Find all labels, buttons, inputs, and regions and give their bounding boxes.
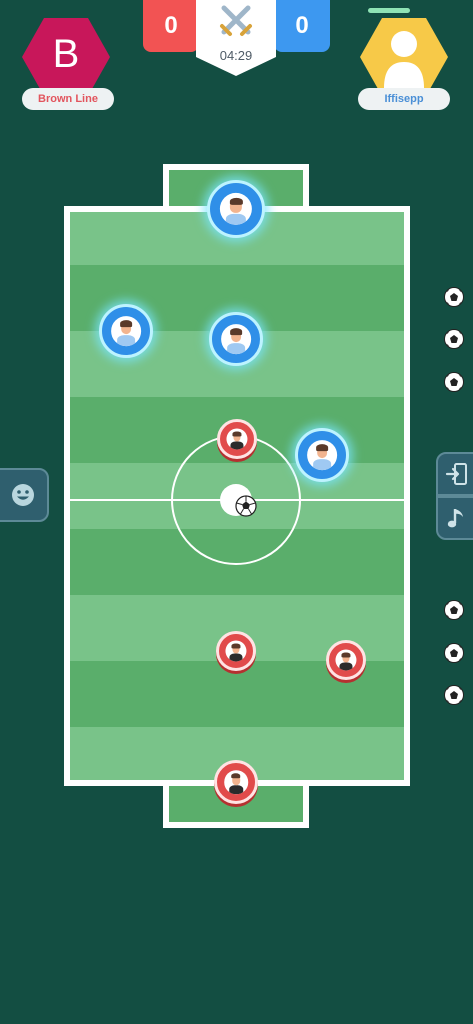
smiley-icon [11,484,34,506]
music-button[interactable] [436,496,473,540]
right-score: 0 [274,0,330,52]
player-face [226,428,248,450]
soccer-ball-icon[interactable] [235,495,257,517]
exit-door-icon [445,463,467,485]
remaining-ball-icon [444,329,464,349]
match-timer: 04:29 [219,48,253,63]
remaining-ball-icon [444,372,464,392]
red-player-piece[interactable] [326,640,366,680]
user-silhouette-icon [384,31,424,88]
player-face [225,640,247,662]
red-player-piece[interactable] [216,631,256,671]
opponent-signal-bar [368,8,410,13]
crossed-swords-icon [220,5,252,36]
player-face [111,316,141,346]
player-left-avatar-letter: B [52,32,80,76]
player-face [219,192,253,226]
left-score: 0 [143,0,199,52]
red-player-piece[interactable] [217,419,257,459]
remaining-ball-icon [444,600,464,620]
player-face [224,770,248,794]
exit-button[interactable] [436,452,473,496]
blue-player-piece[interactable] [207,180,265,238]
blue-player-piece[interactable] [99,304,153,358]
remaining-ball-icon [444,685,464,705]
player-right-name: Iffisepp [358,88,450,110]
player-left-name: Brown Line [22,88,114,110]
remaining-ball-icon [444,287,464,307]
emoji-button[interactable] [0,468,49,522]
blue-player-piece[interactable] [209,312,263,366]
player-face [221,324,251,354]
player-face [307,440,337,470]
blue-player-piece[interactable] [295,428,349,482]
music-note-icon [447,509,463,528]
player-face [335,649,357,671]
remaining-ball-icon [444,643,464,663]
red-player-piece[interactable] [214,760,258,804]
